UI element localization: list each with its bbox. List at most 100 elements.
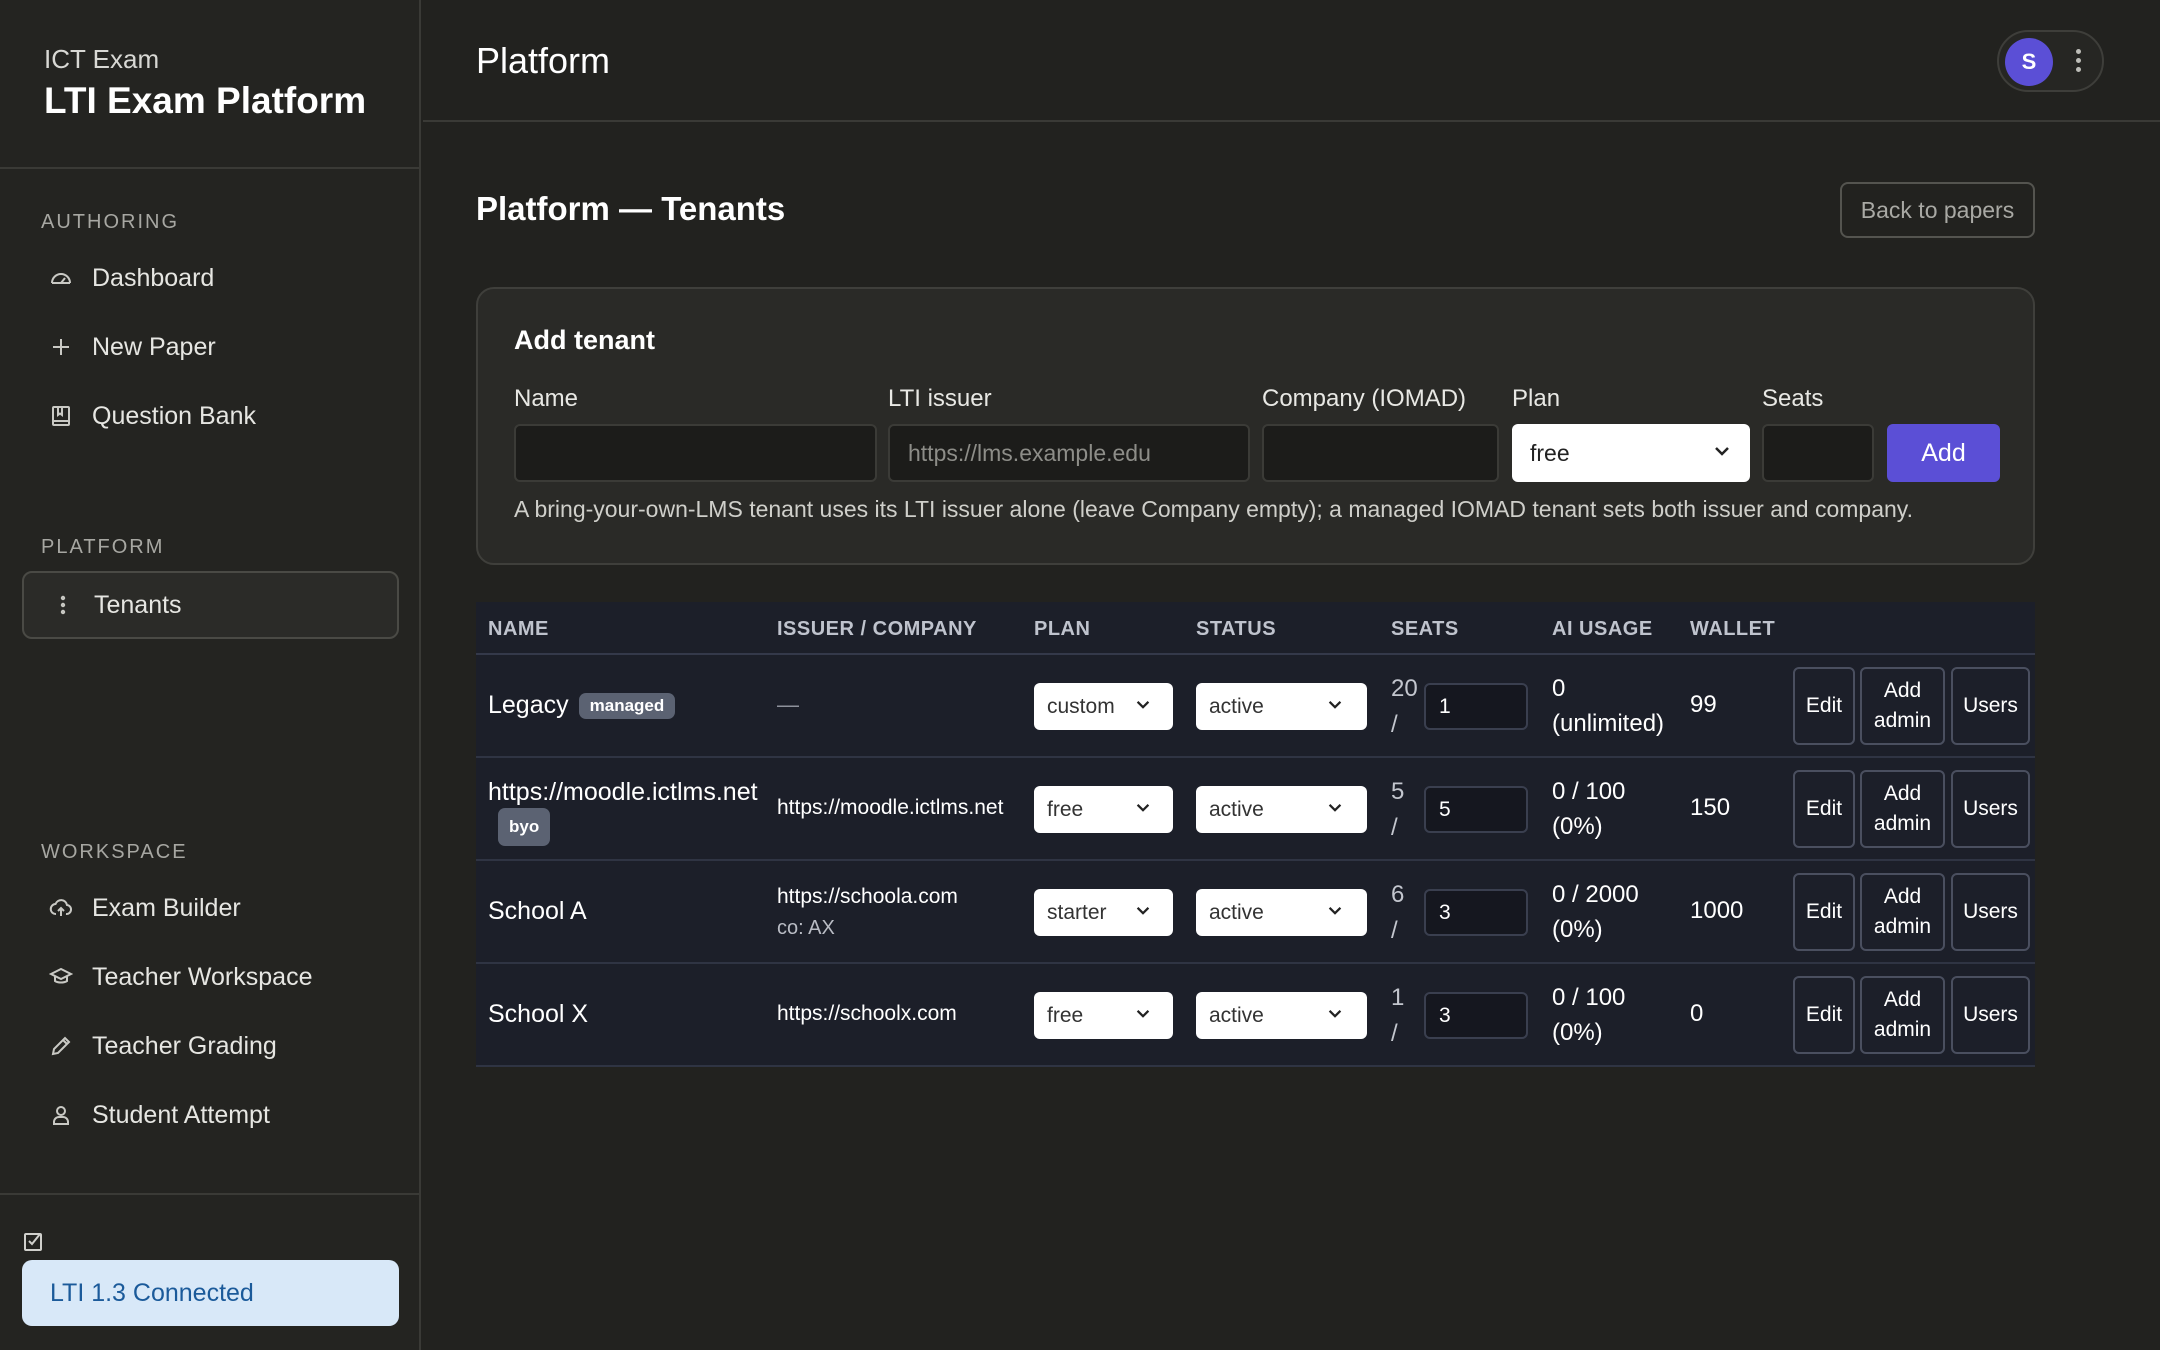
tenant-issuer: —: [777, 692, 799, 717]
kebab-icon: [50, 592, 76, 618]
sidebar-item-tenants[interactable]: Tenants: [22, 571, 399, 639]
user-icon: [48, 1102, 74, 1128]
plan-select[interactable]: starter: [1034, 889, 1173, 936]
wallet-value: 150: [1690, 794, 1731, 821]
seats-limit-input[interactable]: [1424, 786, 1528, 833]
seats-limit-input[interactable]: [1424, 889, 1528, 936]
ai-usage: 0 (unlimited): [1552, 671, 1664, 741]
add-admin-button[interactable]: Add admin: [1860, 873, 1945, 951]
company-input[interactable]: [1262, 424, 1499, 482]
column-header: NAME: [488, 618, 549, 640]
ai-usage-value: 0 / 100: [1552, 778, 1626, 805]
ai-usage-percent: (0%): [1552, 916, 1603, 943]
book-icon: [48, 403, 74, 429]
sidebar-item-exam-builder[interactable]: Exam Builder: [22, 875, 399, 941]
add-tenant-title: Add tenant: [514, 325, 655, 355]
seats-used-value: 5: [1391, 778, 1405, 805]
edit-button[interactable]: Edit: [1793, 873, 1855, 951]
column-header: ISSUER / COMPANY: [777, 618, 977, 640]
seats-label: Seats: [1762, 385, 1824, 412]
issuer-label: LTI issuer: [888, 385, 992, 412]
cloud-upload-icon: [48, 895, 74, 921]
seats-input[interactable]: [1762, 424, 1874, 482]
add-admin-label: admin: [1873, 812, 1932, 835]
sidebar-item-question-bank[interactable]: Question Bank: [22, 383, 399, 449]
plan-select[interactable]: free: [1512, 424, 1750, 482]
ai-usage-percent: (0%): [1552, 813, 1603, 840]
plan-select[interactable]: free: [1034, 786, 1173, 833]
sidebar-item-new-paper[interactable]: New Paper: [22, 314, 399, 380]
more-options-icon[interactable]: [2073, 49, 2083, 75]
add-admin-button[interactable]: Add admin: [1860, 770, 1945, 848]
seats-limit-input[interactable]: [1424, 683, 1528, 730]
add-admin-label: Add: [1883, 885, 1922, 908]
sidebar-item-student-attempt[interactable]: Student Attempt: [22, 1082, 399, 1148]
seats-separator: /: [1391, 917, 1398, 944]
users-button[interactable]: Users: [1951, 770, 2030, 848]
seats-used-value: 1: [1391, 984, 1405, 1011]
add-tenant-button[interactable]: Add: [1887, 424, 2000, 482]
graduation-cap-icon: [48, 964, 74, 990]
ai-usage-percent: (unlimited): [1552, 710, 1665, 737]
sidebar-item-label: Tenants: [94, 590, 182, 619]
plan-select-value: free: [1530, 440, 1570, 466]
tenant-name: School A: [488, 897, 587, 925]
users-button[interactable]: Users: [1951, 976, 2030, 1054]
users-button[interactable]: Users: [1951, 667, 2030, 745]
user-menu[interactable]: S: [1997, 30, 2104, 92]
sidebar-item-label: Dashboard: [92, 263, 215, 292]
edit-button[interactable]: Edit: [1793, 667, 1855, 745]
back-to-papers-button[interactable]: Back to papers: [1840, 182, 2035, 238]
ai-usage: 0 / 100 (0%): [1552, 980, 1625, 1050]
tenant-name: https://moodle.ictlms.net byo: [488, 776, 768, 846]
sidebar-item-label: Question Bank: [92, 401, 256, 430]
column-header: WALLET: [1690, 618, 1776, 640]
add-admin-label: admin: [1873, 915, 1932, 938]
section-label-authoring: AUTHORING: [41, 211, 179, 233]
users-button[interactable]: Users: [1951, 873, 2030, 951]
issuer-input[interactable]: [888, 424, 1250, 482]
chevron-down-icon: [1326, 889, 1344, 936]
pencil-icon: [48, 1033, 74, 1059]
tenant-name-text: Legacy: [488, 691, 569, 719]
add-admin-label: Add: [1883, 679, 1922, 702]
ai-usage-value: 0 / 100: [1552, 984, 1626, 1011]
tenant-name: Legacy managed: [488, 691, 676, 720]
status-select[interactable]: active: [1196, 786, 1367, 833]
status-select[interactable]: active: [1196, 889, 1367, 936]
status-select[interactable]: active: [1196, 683, 1367, 730]
column-header: SEATS: [1391, 618, 1459, 640]
tenant-issuer: https://moodle.ictlms.net: [777, 796, 1004, 819]
page-title: Platform — Tenants: [476, 190, 786, 227]
wallet-value: 0: [1690, 1000, 1704, 1027]
gauge-icon: [48, 265, 74, 291]
edit-button[interactable]: Edit: [1793, 770, 1855, 848]
plan-select[interactable]: free: [1034, 992, 1173, 1039]
status-value: active: [1209, 695, 1264, 718]
column-header: AI USAGE: [1552, 618, 1653, 640]
add-admin-button[interactable]: Add admin: [1860, 667, 1945, 745]
table-row: School A https://schoola.com co: AX star…: [476, 861, 2035, 964]
sidebar-item-teacher-workspace[interactable]: Teacher Workspace: [22, 944, 399, 1010]
name-input[interactable]: [514, 424, 877, 482]
tenants-table: NAME ISSUER / COMPANY PLAN STATUS SEATS …: [476, 602, 2035, 1067]
tenant-name: School X: [488, 1000, 589, 1028]
status-select[interactable]: active: [1196, 992, 1367, 1039]
chevron-down-icon: [1134, 683, 1152, 730]
chevron-down-icon: [1134, 786, 1152, 833]
seats-limit-input[interactable]: [1424, 992, 1528, 1039]
topbar-title: Platform: [476, 40, 611, 81]
section-label-workspace: WORKSPACE: [41, 841, 188, 863]
edit-button[interactable]: Edit: [1793, 976, 1855, 1054]
company-label: Company (IOMAD): [1262, 385, 1467, 412]
sidebar-item-dashboard[interactable]: Dashboard: [22, 245, 399, 311]
name-label: Name: [514, 385, 579, 412]
section-label-platform: PLATFORM: [41, 536, 165, 558]
add-admin-button[interactable]: Add admin: [1860, 976, 1945, 1054]
plan-label: Plan: [1512, 385, 1561, 412]
plan-value: free: [1047, 1004, 1084, 1027]
avatar[interactable]: S: [2005, 38, 2053, 86]
plan-select[interactable]: custom: [1034, 683, 1173, 730]
table-row: Legacy managed — custom active 20 / 0 (un…: [476, 655, 2035, 758]
sidebar-item-teacher-grading[interactable]: Teacher Grading: [22, 1013, 399, 1079]
